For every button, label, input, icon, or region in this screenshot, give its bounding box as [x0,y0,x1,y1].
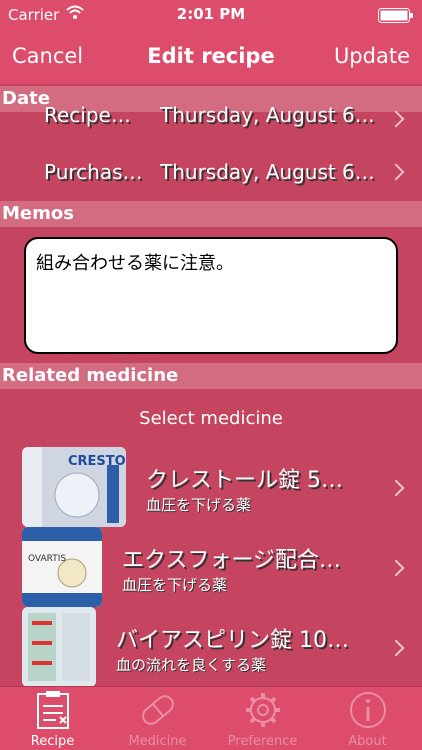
recipe-date-label: Recipe… [44,103,131,127]
pill-icon [142,695,174,725]
chevron-right-icon [387,163,405,181]
medicine-thumbnail: OVARTIS [22,527,102,607]
medicine-thumbnail: CRESTO [22,447,126,527]
tab-label: Recipe [30,734,75,749]
medicine-name: クレストール錠 5… [146,468,343,493]
tab-label: Medicine [128,734,187,749]
medicine-row[interactable]: CRESTO クレストール錠 5… 血圧を下げる薬 [0,447,422,527]
battery-icon [378,8,413,23]
status-time: 2:01 PM [176,5,246,23]
medicine-package-image [22,607,96,687]
section-header-memos: Memos [0,201,422,227]
update-button[interactable]: Update [334,44,410,68]
purchase-date-row[interactable]: Purchas… Thursday, August 6… [0,148,422,198]
medicine-row[interactable]: バイアスピリン錠 10… 血の流れを良くする薬 [0,607,422,687]
tab-label: About [348,734,387,749]
purchase-date-label: Purchas… [44,160,143,184]
recipe-date-value: Thursday, August 6… [160,103,375,127]
chevron-right-icon [387,559,405,577]
select-medicine-button[interactable]: Select medicine [0,408,422,429]
medicine-description: 血の流れを良くする薬 [116,656,267,674]
medicine-package-image: CRESTO [22,447,126,527]
chevron-right-icon [387,639,405,657]
medicine-name: エクスフォージ配合… [122,548,341,573]
gear-icon [246,693,280,727]
status-bar: Carrier 2:01 PM [0,0,422,30]
info-icon [350,692,386,728]
chevron-right-icon [387,110,405,128]
medicine-description: 血圧を下げる薬 [146,496,252,514]
clipboard-icon [37,691,69,729]
memo-textarea[interactable]: 組み合わせる薬に注意。 [24,237,398,354]
thumbnail-label: CRESTO [68,454,126,469]
medicine-row[interactable]: OVARTIS エクスフォージ配合… 血圧を下げる薬 [0,527,422,607]
tab-label: Preference [227,734,298,749]
chevron-right-icon [387,479,405,497]
medicine-name: バイアスピリン錠 10… [116,628,349,653]
tab-about[interactable]: About [315,687,420,750]
thumbnail-label: OVARTIS [28,554,66,564]
medicine-description: 血圧を下げる薬 [122,576,228,594]
medicine-package-image: OVARTIS [22,527,102,607]
recipe-date-row[interactable]: Recipe… Thursday, August 6… [0,100,422,136]
navigation-bar: Cancel Edit recipe Update [0,30,422,84]
tab-preference[interactable]: Preference [210,687,315,750]
medicine-thumbnail [22,607,96,687]
section-header-related-medicine: Related medicine [0,363,422,389]
tab-recipe[interactable]: Recipe [0,687,105,750]
purchase-date-value: Thursday, August 6… [160,160,375,184]
tab-medicine[interactable]: Medicine [105,687,210,750]
tab-bar: Recipe Medicine Preference About [0,686,422,750]
